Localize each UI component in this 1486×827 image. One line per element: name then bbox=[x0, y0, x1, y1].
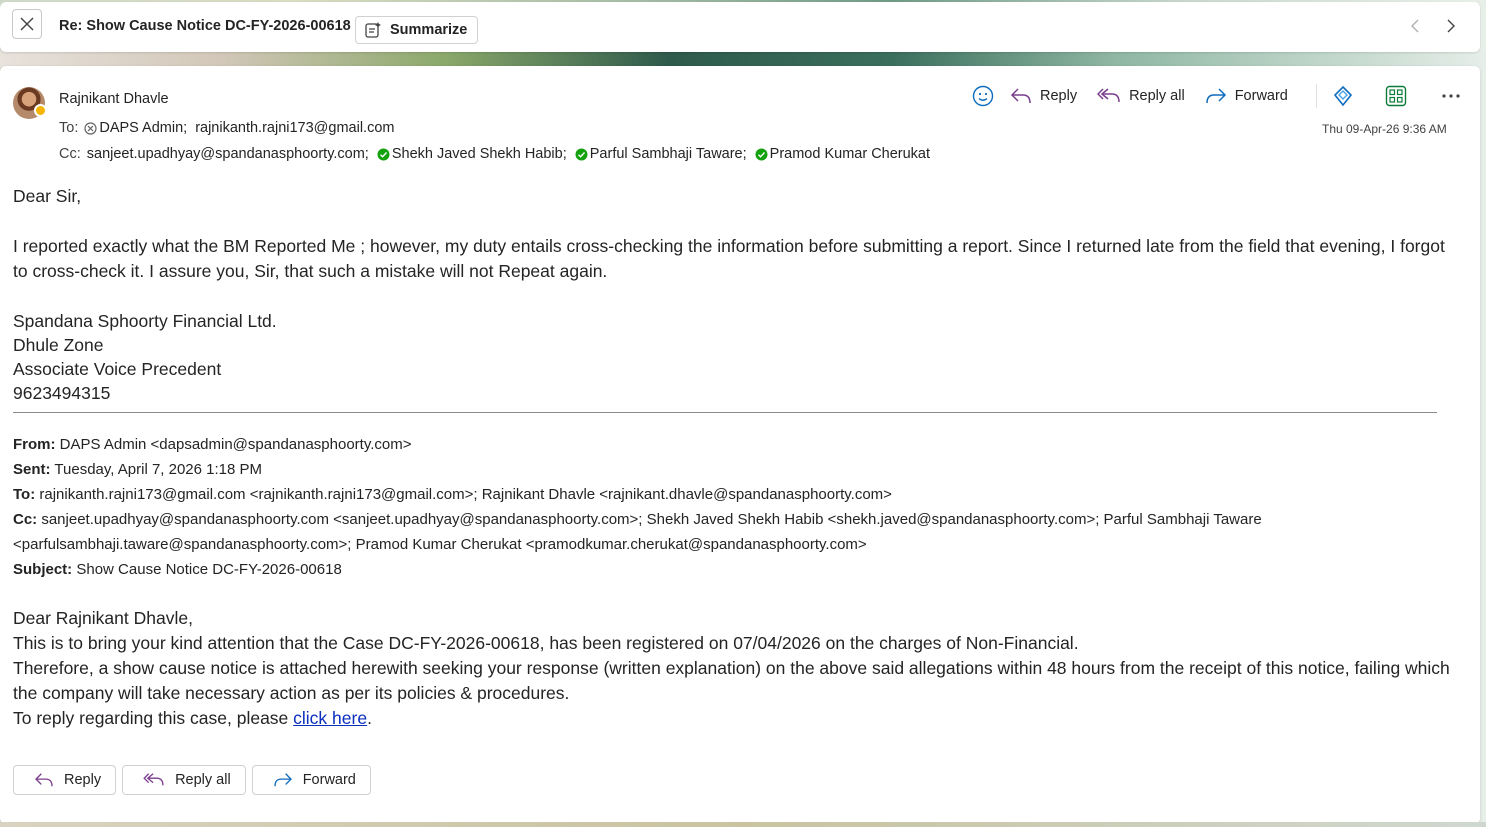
to-recipients: To: DAPS Admin; rajnikanth.rajni173@gmai… bbox=[59, 120, 402, 136]
quoted-line: Therefore, a show cause notice is attach… bbox=[13, 658, 1450, 703]
presence-away-icon bbox=[34, 104, 47, 117]
reply-all-label: Reply all bbox=[1129, 88, 1185, 104]
forward-icon bbox=[1205, 88, 1226, 104]
reply-all-button[interactable]: Reply all bbox=[1097, 87, 1185, 105]
chevron-left-icon bbox=[1411, 19, 1419, 33]
signature-line: Spandana Sphoorty Financial Ltd. bbox=[13, 311, 277, 331]
next-message-button[interactable] bbox=[1441, 16, 1461, 36]
message-timestamp: Thu 09-Apr-26 9:36 AM bbox=[1322, 122, 1447, 136]
cc-label: Cc: bbox=[59, 146, 81, 162]
message-body: Dear Sir, I reported exactly what the BM… bbox=[13, 184, 1463, 405]
recipient[interactable]: Shekh Javed Shekh Habib; bbox=[377, 146, 567, 162]
bottom-reply-all-label: Reply all bbox=[175, 772, 231, 788]
sent-label: Sent: bbox=[13, 461, 51, 478]
cc-value: sanjeet.upadhyay@spandanasphoorty.com <s… bbox=[13, 511, 1262, 553]
summarize-label: Summarize bbox=[390, 22, 468, 38]
bottom-forward-button[interactable]: Forward bbox=[251, 765, 371, 795]
previous-message-button[interactable] bbox=[1405, 16, 1425, 36]
emoji-icon bbox=[972, 85, 994, 107]
sent-value: Tuesday, April 7, 2026 1:18 PM bbox=[54, 461, 263, 478]
reply-icon bbox=[1010, 88, 1031, 104]
quoted-body: Dear Rajnikant Dhavle, This is to bring … bbox=[13, 606, 1453, 731]
signature-line: Associate Voice Precedent bbox=[13, 359, 222, 379]
bottom-reply-button[interactable]: Reply bbox=[13, 765, 117, 795]
bottom-reply-actions: Reply Reply all Forward bbox=[13, 765, 371, 795]
background-strip bbox=[0, 822, 1486, 827]
copilot-button[interactable] bbox=[1331, 85, 1355, 107]
message-pane: Rajnikant Dhavle To: DAPS Admin; rajnika… bbox=[0, 66, 1480, 824]
summarize-icon bbox=[365, 22, 381, 38]
unavailable-status-icon bbox=[84, 121, 97, 135]
sender-name[interactable]: Rajnikant Dhavle bbox=[59, 91, 169, 107]
quoted-header: From: DAPS Admin <dapsadmin@spandanaspho… bbox=[13, 432, 1453, 582]
copilot-icon bbox=[1333, 85, 1352, 107]
body-paragraph: I reported exactly what the BM Reported … bbox=[13, 236, 1445, 281]
cc-recipients: Cc: sanjeet.upadhyay@spandanasphoorty.co… bbox=[59, 146, 938, 162]
from-label: From: bbox=[13, 436, 56, 453]
to-value: rajnikanth.rajni173@gmail.com <rajnikant… bbox=[39, 486, 892, 503]
reply-all-icon bbox=[143, 773, 164, 786]
reading-pane-header: Re: Show Cause Notice DC-FY-2026-00618 S… bbox=[0, 2, 1480, 52]
to-label: To: bbox=[59, 120, 79, 136]
quoted-line: To reply regarding this case, please cli… bbox=[13, 708, 372, 728]
react-button[interactable] bbox=[972, 85, 994, 107]
quoted-greeting: Dear Rajnikant Dhavle, bbox=[13, 608, 193, 628]
close-button[interactable] bbox=[12, 9, 42, 39]
reply-icon bbox=[35, 773, 53, 787]
bottom-reply-all-button[interactable]: Reply all bbox=[122, 765, 246, 795]
subject-value: Show Cause Notice DC-FY-2026-00618 bbox=[76, 561, 342, 578]
apps-button[interactable] bbox=[1385, 85, 1407, 107]
recipient[interactable]: DAPS Admin; bbox=[84, 120, 187, 136]
apps-icon bbox=[1385, 85, 1407, 107]
quoted-divider bbox=[13, 412, 1437, 413]
recipient[interactable]: Pramod Kumar Cherukat bbox=[755, 146, 930, 162]
more-actions-button[interactable] bbox=[1441, 93, 1461, 99]
available-status-icon bbox=[755, 148, 768, 160]
reply-all-icon bbox=[1097, 88, 1120, 103]
recipient[interactable]: rajnikanth.rajni173@gmail.com bbox=[195, 120, 394, 136]
forward-icon bbox=[274, 773, 292, 787]
chevron-right-icon bbox=[1447, 19, 1455, 33]
from-value: DAPS Admin <dapsadmin@spandanasphoorty.c… bbox=[59, 436, 412, 453]
summarize-button[interactable]: Summarize bbox=[355, 16, 479, 44]
greeting: Dear Sir, bbox=[13, 186, 82, 206]
available-status-icon bbox=[575, 148, 588, 160]
forward-label: Forward bbox=[1234, 88, 1288, 104]
forward-button[interactable]: Forward bbox=[1205, 87, 1288, 105]
bottom-forward-label: Forward bbox=[302, 772, 356, 788]
to-label: To: bbox=[13, 486, 36, 503]
conversation-subject: Re: Show Cause Notice DC-FY-2026-00618 bbox=[59, 18, 351, 34]
toolbar-divider bbox=[1315, 84, 1317, 108]
available-status-icon bbox=[377, 148, 390, 160]
cc-label: Cc: bbox=[13, 511, 38, 528]
reply-button[interactable]: Reply bbox=[1010, 87, 1077, 105]
message-actions: Reply Reply all Forward bbox=[972, 82, 1461, 110]
click-here-link[interactable]: click here bbox=[293, 708, 367, 728]
bottom-reply-label: Reply bbox=[64, 772, 102, 788]
recipient[interactable]: Parful Sambhaji Taware; bbox=[575, 146, 747, 162]
recipient[interactable]: sanjeet.upadhyay@spandanasphoorty.com; bbox=[87, 146, 369, 162]
signature-line: Dhule Zone bbox=[13, 335, 104, 355]
subject-label: Subject: bbox=[13, 561, 73, 578]
signature-line: 9623494315 bbox=[13, 383, 111, 403]
quoted-line: This is to bring your kind attention tha… bbox=[13, 633, 1079, 653]
more-icon bbox=[1442, 94, 1460, 98]
reply-label: Reply bbox=[1040, 88, 1078, 104]
close-icon bbox=[20, 17, 34, 31]
